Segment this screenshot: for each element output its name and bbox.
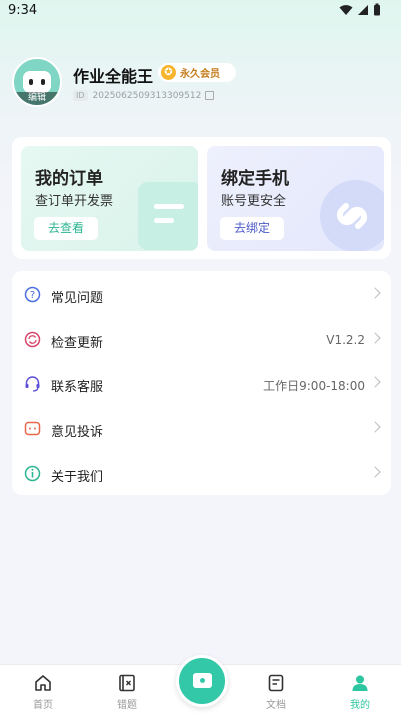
view-orders-button[interactable]: 去查看: [34, 217, 98, 240]
avatar[interactable]: 编辑: [12, 57, 62, 107]
info-icon: [24, 465, 41, 482]
menu-label: 检查更新: [51, 336, 104, 351]
avatar-face: [23, 71, 51, 93]
menu-item-feedback[interactable]: 意见投诉: [12, 406, 391, 450]
avatar-eye: [29, 79, 33, 85]
order-document-icon: [138, 182, 198, 250]
status-icons: [339, 3, 381, 16]
username: 作业全能王: [73, 67, 154, 86]
chevron-right-icon: [369, 376, 381, 388]
card-title: 我的订单: [35, 169, 103, 189]
camera-lens: [198, 676, 207, 685]
menu-item-about-us[interactable]: 关于我们: [12, 451, 391, 495]
my-orders-card[interactable]: 我的订单 查订单开发票 去查看: [21, 146, 198, 251]
settings-menu: ? 常见问题 检查更新 V1.2.2 联系客服 工作日9:00-18:00 意见: [12, 271, 391, 495]
avatar-eye: [41, 79, 45, 85]
menu-label: 意见投诉: [51, 425, 104, 440]
menu-label: 联系客服: [51, 380, 104, 395]
status-time: 9:34: [8, 3, 38, 18]
menu-item-customer-service[interactable]: 联系客服 工作日9:00-18:00: [12, 361, 391, 405]
card-subtitle: 账号更安全: [221, 194, 287, 209]
card-subtitle: 查订单开发票: [35, 194, 114, 209]
camera-button[interactable]: [176, 655, 228, 707]
copy-icon[interactable]: [205, 91, 215, 100]
menu-item-faq[interactable]: ? 常见问题: [12, 272, 391, 316]
id-tag: ID: [73, 90, 88, 101]
wifi-icon: [339, 4, 353, 15]
nav-label: 文档: [266, 700, 286, 711]
nav-tab-wrong-questions[interactable]: 错题: [97, 665, 157, 714]
chevron-right-icon: [369, 287, 381, 299]
nav-tab-profile[interactable]: 我的: [330, 665, 390, 714]
doc-line: [154, 204, 184, 209]
bind-phone-card[interactable]: 绑定手机 账号更安全 去绑定: [207, 146, 384, 251]
card-title: 绑定手机: [221, 169, 289, 189]
profile-icon: [352, 675, 368, 691]
crown-icon: ✪: [161, 65, 176, 80]
status-bar: 9:34: [0, 0, 401, 22]
menu-item-check-update[interactable]: 检查更新 V1.2.2: [12, 317, 391, 361]
menu-label: 常见问题: [51, 291, 104, 306]
avatar-edit-label[interactable]: 编辑: [14, 92, 60, 105]
quick-cards-panel: 我的订单 查订单开发票 去查看 绑定手机 账号更安全 去绑定: [12, 137, 391, 259]
nav-label: 我的: [350, 700, 370, 711]
chevron-right-icon: [369, 466, 381, 478]
vip-badge[interactable]: ✪ 永久会员: [158, 63, 236, 82]
nav-tab-home[interactable]: 首页: [13, 665, 73, 714]
bind-phone-button[interactable]: 去绑定: [220, 217, 284, 240]
vip-badge-label: 永久会员: [180, 69, 220, 80]
menu-label: 关于我们: [51, 470, 104, 485]
link-icon-glyph: [336, 203, 368, 229]
home-icon: [35, 675, 51, 691]
feedback-icon: [24, 421, 41, 436]
headset-icon: [25, 376, 40, 392]
wrong-questions-icon: [119, 674, 135, 692]
signal-icon: [358, 4, 368, 15]
document-icon: [268, 674, 284, 692]
chevron-right-icon: [369, 421, 381, 433]
link-icon: [320, 180, 384, 251]
user-id-row: ID 2025062509313309512: [73, 90, 215, 101]
nav-label: 首页: [33, 700, 53, 711]
help-icon: ?: [24, 286, 41, 303]
nav-label: 错题: [117, 700, 137, 711]
doc-line: [154, 218, 174, 223]
nav-tab-documents[interactable]: 文档: [246, 665, 306, 714]
chevron-right-icon: [369, 332, 381, 344]
refresh-icon: [24, 331, 41, 348]
svg-text:?: ?: [30, 290, 35, 301]
app-version: V1.2.2: [326, 333, 365, 347]
service-hours: 工作日9:00-18:00: [263, 379, 365, 393]
battery-icon: [374, 3, 380, 16]
user-id-value: 2025062509313309512: [92, 90, 202, 101]
